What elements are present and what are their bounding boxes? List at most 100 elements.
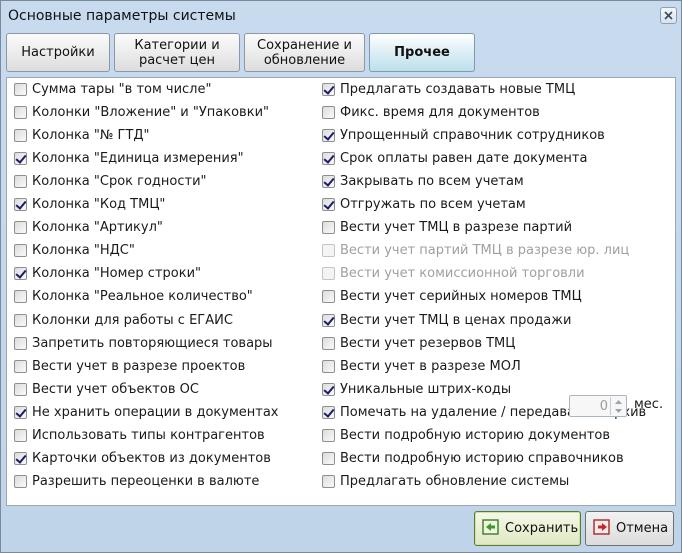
left-option-16[interactable]: Карточки объектов из документов xyxy=(14,450,271,468)
stepper-up-button[interactable] xyxy=(611,397,625,406)
checkbox[interactable] xyxy=(14,174,27,188)
right-option-10[interactable]: Вести учет ТМЦ в ценах продажи xyxy=(322,311,571,329)
checkbox[interactable] xyxy=(322,452,335,466)
left-option-13[interactable]: Вести учет объектов ОС xyxy=(14,380,199,398)
option-label: Колонка "Единица измерения" xyxy=(32,150,244,166)
option-label: Вести учет в разрезе МОЛ xyxy=(340,358,521,374)
checkbox[interactable] xyxy=(14,452,27,466)
option-label: Срок оплаты равен дате документа xyxy=(340,150,588,166)
right-option-17[interactable]: Предлагать обновление системы xyxy=(322,473,569,491)
checkbox[interactable] xyxy=(14,151,27,165)
checkbox[interactable] xyxy=(14,267,27,281)
checkbox[interactable] xyxy=(14,313,27,327)
checkbox[interactable] xyxy=(322,82,335,96)
checkbox[interactable] xyxy=(322,336,335,350)
tab-other[interactable]: Прочее xyxy=(369,33,475,72)
checkbox[interactable] xyxy=(322,475,335,489)
right-option-7: Вести учет партий ТМЦ в разрезе юр. лиц xyxy=(322,242,629,260)
checkbox[interactable] xyxy=(14,128,27,142)
checkbox[interactable] xyxy=(14,475,27,489)
left-option-5[interactable]: Колонка "Код ТМЦ" xyxy=(14,196,165,214)
option-label: Колонка "Артикул" xyxy=(32,220,163,236)
cancel-button-label: Отмена xyxy=(616,521,669,536)
checkbox[interactable] xyxy=(322,128,335,142)
right-option-0[interactable]: Предлагать создавать новые ТМЦ xyxy=(322,80,575,98)
checkbox[interactable] xyxy=(322,290,335,304)
close-icon xyxy=(664,11,673,20)
option-label: Закрывать по всем учетам xyxy=(340,173,524,189)
option-label: Карточки объектов из документов xyxy=(32,451,271,467)
checkbox[interactable] xyxy=(14,221,27,235)
right-option-9[interactable]: Вести учет серийных номеров ТМЦ xyxy=(322,288,582,306)
title-bar: Основные параметры системы xyxy=(1,1,681,31)
checkbox[interactable] xyxy=(322,359,335,373)
tab-settings[interactable]: Настройки xyxy=(6,33,110,72)
checkbox[interactable] xyxy=(14,198,27,211)
checkbox[interactable] xyxy=(322,105,335,119)
checkbox[interactable] xyxy=(14,382,27,396)
option-label: Вести подробную историю справочников xyxy=(340,451,624,467)
close-button[interactable] xyxy=(660,7,677,24)
checkbox[interactable] xyxy=(322,151,335,165)
left-option-4[interactable]: Колонка "Срок годности" xyxy=(14,172,207,190)
left-option-14[interactable]: Не хранить операции в документах xyxy=(14,403,279,421)
option-label: Предлагать обновление системы xyxy=(340,474,570,490)
option-label: Вести подробную историю документов xyxy=(340,428,611,443)
save-icon xyxy=(482,518,500,539)
right-option-1[interactable]: Фикс. время для документов xyxy=(322,103,540,121)
checkbox[interactable] xyxy=(322,405,335,419)
update-months-unit: мес. xyxy=(634,397,664,412)
left-option-10[interactable]: Колонки для работы с ЕГАИС xyxy=(14,311,233,329)
right-option-13[interactable]: Уникальные штрих-коды xyxy=(322,380,511,398)
option-label: Колонка "№ ГТД" xyxy=(32,127,150,143)
tab-save-update[interactable]: Сохранение и обновление xyxy=(244,33,365,72)
right-option-15[interactable]: Вести подробную историю документов xyxy=(322,427,610,445)
checkbox[interactable] xyxy=(14,244,27,258)
left-option-6[interactable]: Колонка "Артикул" xyxy=(14,219,163,237)
checkbox[interactable] xyxy=(14,290,27,304)
checkbox[interactable] xyxy=(322,221,335,235)
checkbox[interactable] xyxy=(322,429,335,442)
left-option-9[interactable]: Колонка "Реальное количество" xyxy=(14,288,253,306)
right-option-6[interactable]: Вести учет ТМЦ в разрезе партий xyxy=(322,219,572,237)
left-option-17[interactable]: Разрешить переоценки в валюте xyxy=(14,473,259,491)
right-option-12[interactable]: Вести учет в разрезе МОЛ xyxy=(322,357,521,375)
option-label: Отгружать по всем учетам xyxy=(340,197,526,212)
save-button[interactable]: Сохранить xyxy=(474,511,581,546)
stepper-down-button[interactable] xyxy=(611,406,625,415)
left-option-2[interactable]: Колонка "№ ГТД" xyxy=(14,126,150,144)
left-option-0[interactable]: Сумма тары "в том числе" xyxy=(14,80,211,98)
left-option-1[interactable]: Колонки "Вложение" и "Упаковки" xyxy=(14,103,269,121)
right-option-2[interactable]: Упрощенный справочник сотрудников xyxy=(322,126,605,144)
option-label: Вести учет ТМЦ в разрезе партий xyxy=(340,220,573,236)
left-option-8[interactable]: Колонка "Номер строки" xyxy=(14,265,201,283)
option-label: Не хранить операции в документах xyxy=(32,404,279,420)
right-option-5[interactable]: Отгружать по всем учетам xyxy=(322,196,526,214)
option-label: Вести учет серийных номеров ТМЦ xyxy=(340,289,582,305)
left-option-15[interactable]: Использовать типы контрагентов xyxy=(14,427,265,445)
left-option-3[interactable]: Колонка "Единица измерения" xyxy=(14,149,244,167)
right-option-3[interactable]: Срок оплаты равен дате документа xyxy=(322,149,587,167)
left-option-12[interactable]: Вести учет в разрезе проектов xyxy=(14,357,245,375)
left-option-11[interactable]: Запретить повторяющиеся товары xyxy=(14,334,273,352)
right-option-16[interactable]: Вести подробную историю справочников xyxy=(322,450,624,468)
checkbox[interactable] xyxy=(322,313,335,327)
cancel-button[interactable]: Отмена xyxy=(585,511,674,546)
checkbox[interactable] xyxy=(322,198,335,211)
option-label: Предлагать создавать новые ТМЦ xyxy=(340,81,576,97)
checkbox[interactable] xyxy=(14,336,27,350)
checkbox[interactable] xyxy=(14,405,27,419)
checkbox[interactable] xyxy=(14,105,27,119)
checkbox[interactable] xyxy=(322,174,335,188)
checkbox[interactable] xyxy=(14,82,27,96)
checkbox[interactable] xyxy=(322,382,335,396)
checkbox[interactable] xyxy=(14,359,27,373)
tab-categories-prices[interactable]: Категории и расчет цен xyxy=(114,33,240,72)
option-label: Вести учет объектов ОС xyxy=(32,381,199,397)
right-option-4[interactable]: Закрывать по всем учетам xyxy=(322,172,524,190)
left-option-7[interactable]: Колонка "НДС" xyxy=(14,242,135,260)
update-months-stepper[interactable]: 0 xyxy=(569,395,627,417)
option-label: Запретить повторяющиеся товары xyxy=(32,335,273,351)
checkbox[interactable] xyxy=(14,429,27,442)
right-option-11[interactable]: Вести учет резервов ТМЦ xyxy=(322,334,515,352)
